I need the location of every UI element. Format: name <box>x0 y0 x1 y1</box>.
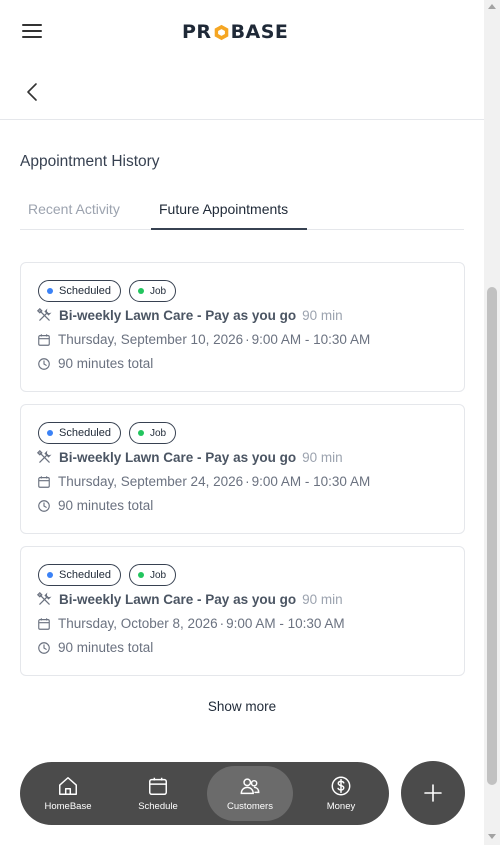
service-duration: 90 min <box>302 450 343 465</box>
status-dot-icon <box>47 288 53 294</box>
nav-item-customers[interactable]: Customers <box>207 766 293 821</box>
service-duration: 90 min <box>302 308 343 323</box>
appointment-card[interactable]: Scheduled Job Bi-weekly Lawn Care - Pay … <box>20 262 465 392</box>
badge-group: Scheduled Job <box>38 280 177 302</box>
nav-item-money[interactable]: Money <box>298 766 384 821</box>
scrollbar-thumb[interactable] <box>487 287 497 785</box>
total-duration: 90 minutes total <box>58 356 154 371</box>
total-row: 90 minutes total <box>37 356 153 371</box>
badge-group: Scheduled Job <box>38 422 177 444</box>
back-bar <box>0 62 484 120</box>
app-page: PR BASE Appointment History Recent Activ… <box>0 0 500 845</box>
type-dot-icon <box>138 288 144 294</box>
service-duration: 90 min <box>302 592 343 607</box>
appointment-date: Thursday, September 24, 2026 <box>58 474 244 489</box>
tools-icon <box>37 450 52 463</box>
home-icon <box>59 777 77 795</box>
nav-label: Schedule <box>138 801 178 812</box>
appointment-date: Thursday, September 10, 2026 <box>58 332 244 347</box>
type-badge: Job <box>129 280 177 302</box>
type-badge: Job <box>129 422 177 444</box>
service-name: Bi-weekly Lawn Care - Pay as you go <box>59 592 297 607</box>
users-icon <box>240 778 260 795</box>
show-more-button[interactable]: Show more <box>0 699 484 714</box>
total-row: 90 minutes total <box>37 498 153 513</box>
tab-future-appointments[interactable]: Future Appointments <box>151 196 307 230</box>
calendar-icon <box>38 617 50 630</box>
top-bar: PR BASE <box>0 0 484 62</box>
type-dot-icon <box>138 430 144 436</box>
nav-label: HomeBase <box>44 801 92 812</box>
bottom-nav: HomeBase Schedule Customers Money <box>20 762 389 825</box>
total-duration: 90 minutes total <box>58 498 154 513</box>
type-label: Job <box>150 427 167 439</box>
plus-icon <box>424 784 442 802</box>
nav-label: Customers <box>227 801 273 812</box>
type-label: Job <box>150 569 167 581</box>
appointment-time: 9:00 AM - 10:30 AM <box>251 474 371 489</box>
scroll-up-arrow-icon[interactable] <box>488 4 496 9</box>
tools-icon <box>37 308 52 321</box>
nav-label: Money <box>326 801 356 812</box>
type-dot-icon <box>138 572 144 578</box>
service-row: Bi-weekly Lawn Care - Pay as you go 90 m… <box>37 450 343 465</box>
clock-icon <box>38 499 50 512</box>
status-label: Scheduled <box>59 427 111 439</box>
date-row: Thursday, October 8, 2026 · 9:00 AM - 10:3… <box>37 616 345 631</box>
appointment-card[interactable]: Scheduled Job Bi-weekly Lawn Care - Pay … <box>20 546 465 676</box>
appointment-time: 9:00 AM - 10:30 AM <box>226 616 345 631</box>
status-badge: Scheduled <box>38 280 121 302</box>
date-row: Thursday, September 24, 2026 · 9:00 AM - 1… <box>37 474 370 489</box>
status-label: Scheduled <box>59 285 111 297</box>
clock-icon <box>38 641 50 654</box>
type-label: Job <box>150 285 167 297</box>
status-badge: Scheduled <box>38 422 121 444</box>
appointment-card[interactable]: Scheduled Job Bi-weekly Lawn Care - Pay … <box>20 404 465 534</box>
appointment-time: 9:00 AM - 10:30 AM <box>251 332 371 347</box>
logo-text-left: PR <box>182 21 212 43</box>
date-row: Thursday, September 10, 2026 · 9:00 AM - 1… <box>37 332 370 347</box>
dollar-icon <box>331 776 351 796</box>
hamburger-icon[interactable] <box>22 24 42 40</box>
section-title: Appointment History <box>20 153 160 170</box>
total-row: 90 minutes total <box>37 640 153 655</box>
clock-icon <box>38 357 50 370</box>
calendar-icon <box>149 777 167 795</box>
probase-logo[interactable]: PR BASE <box>182 20 288 44</box>
add-button[interactable] <box>401 761 465 825</box>
status-dot-icon <box>47 572 53 578</box>
tab-bar: Recent Activity Future Appointments <box>20 196 464 230</box>
badge-group: Scheduled Job <box>38 564 177 586</box>
nav-item-homebase[interactable]: HomeBase <box>25 766 111 821</box>
appointment-date: Thursday, October 8, 2026 <box>58 616 218 631</box>
calendar-icon <box>38 475 50 488</box>
tools-icon <box>37 592 52 605</box>
status-dot-icon <box>47 430 53 436</box>
scroll-down-arrow-icon[interactable] <box>488 834 496 839</box>
service-name: Bi-weekly Lawn Care - Pay as you go <box>59 308 297 323</box>
chevron-left-icon[interactable] <box>24 82 42 102</box>
service-row: Bi-weekly Lawn Care - Pay as you go 90 m… <box>37 592 343 607</box>
nav-item-schedule[interactable]: Schedule <box>115 766 201 821</box>
type-badge: Job <box>129 564 177 586</box>
status-badge: Scheduled <box>38 564 121 586</box>
logo-text-right: BASE <box>230 21 289 43</box>
calendar-icon <box>38 333 50 346</box>
service-name: Bi-weekly Lawn Care - Pay as you go <box>59 450 297 465</box>
service-row: Bi-weekly Lawn Care - Pay as you go 90 m… <box>37 308 343 323</box>
status-label: Scheduled <box>59 569 111 581</box>
tab-recent-activity[interactable]: Recent Activity <box>28 196 120 230</box>
hexagon-logo-icon <box>214 24 228 40</box>
total-duration: 90 minutes total <box>58 640 154 655</box>
